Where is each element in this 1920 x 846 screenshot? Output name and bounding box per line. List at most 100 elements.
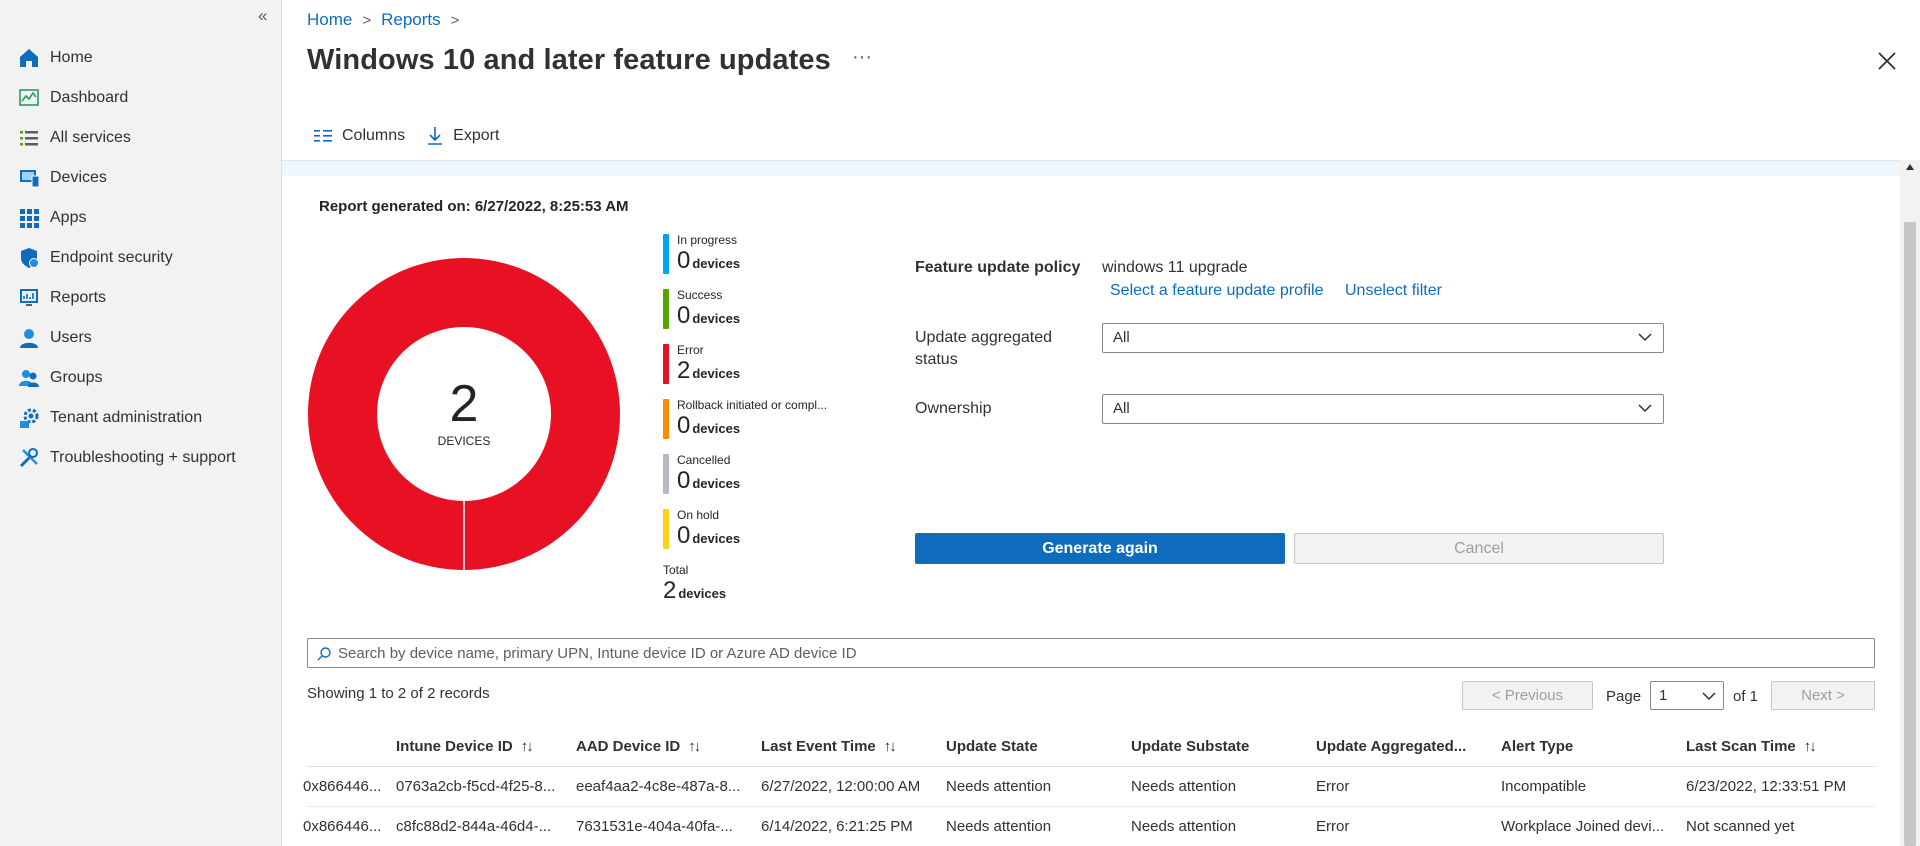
cell-alert-type: Workplace Joined devi...: [1501, 818, 1665, 835]
reports-icon: [18, 287, 40, 309]
sidebar-item-tenant-administration[interactable]: Tenant administration: [0, 398, 282, 438]
donut-center-label: DEVICES: [437, 434, 491, 448]
cell-update-substate: Needs attention: [1131, 818, 1237, 835]
column-header-last-scan-time[interactable]: Last Scan Time ↑↓: [1686, 727, 1815, 767]
select-profile-link[interactable]: Select a feature update profile: [1110, 282, 1323, 300]
column-header-update-aggregated[interactable]: Update Aggregated...: [1316, 727, 1466, 767]
sidebar-item-label: All services: [50, 129, 131, 146]
scrollbar-thumb[interactable]: [1904, 222, 1916, 846]
legend-value: 2: [663, 577, 677, 604]
chevron-down-icon: [1638, 333, 1652, 342]
ownership-dropdown[interactable]: All: [1102, 394, 1664, 424]
sidebar-item-label: Dashboard: [50, 89, 129, 106]
collapse-sidebar-button[interactable]: «: [258, 6, 267, 26]
legend-item-in-progress[interactable]: In progress 0 devices: [663, 232, 827, 287]
cell-last-event-time: 6/27/2022, 12:00:00 AM: [761, 778, 921, 795]
user-icon: [18, 327, 40, 349]
next-page-button[interactable]: Next >: [1771, 681, 1875, 710]
cell-intune-device-id: 0763a2cb-f5cd-4f25-8...: [396, 778, 556, 795]
column-header-update-substate[interactable]: Update Substate: [1131, 727, 1249, 767]
column-header-last-event-time[interactable]: Last Event Time ↑↓: [761, 727, 895, 767]
legend-item-total: Total 2 devices: [663, 562, 827, 604]
sidebar-item-endpoint-security[interactable]: Endpoint security: [0, 238, 282, 278]
header-divider: [282, 160, 1900, 176]
legend-value: 0: [677, 247, 691, 274]
table-row[interactable]: 0x866446... c8fc88d2-844a-46d4-... 76315…: [303, 807, 1875, 846]
sidebar-item-reports[interactable]: Reports: [0, 278, 282, 318]
table-row[interactable]: 0x866446... 0763a2cb-f5cd-4f25-8... eeaf…: [303, 767, 1875, 807]
generate-again-button[interactable]: Generate again: [915, 533, 1285, 564]
column-header-aad-device-id[interactable]: AAD Device ID ↑↓: [576, 727, 699, 767]
breadcrumb-reports-link[interactable]: Reports: [381, 10, 441, 30]
cell-device: 0x866446...: [303, 818, 382, 835]
page-label: Page: [1606, 688, 1642, 705]
legend-value: 0: [677, 522, 691, 549]
toolbar: Columns Export: [314, 126, 521, 146]
close-icon[interactable]: [1876, 50, 1898, 72]
legend-item-rollback[interactable]: Rollback initiated or compl... 0 devices: [663, 397, 827, 452]
sort-icon[interactable]: ↑↓: [1804, 738, 1815, 755]
page-title: Windows 10 and later feature updates: [307, 44, 831, 76]
sidebar-item-users[interactable]: Users: [0, 318, 282, 358]
previous-page-button[interactable]: < Previous: [1462, 681, 1593, 710]
legend-label: Total: [663, 563, 689, 577]
donut-total-count: 2: [449, 375, 479, 433]
table-header-row: Intune Device ID ↑↓ AAD Device ID ↑↓ Last …: [307, 727, 1875, 767]
sidebar-item-label: Home: [50, 49, 93, 66]
legend-swatch: [663, 454, 669, 494]
legend-item-success[interactable]: Success 0 devices: [663, 287, 827, 342]
sort-icon[interactable]: ↑↓: [521, 738, 532, 755]
sort-icon[interactable]: ↑↓: [884, 738, 895, 755]
cell-update-substate: Needs attention: [1131, 778, 1237, 795]
page-number-value: 1: [1659, 687, 1668, 704]
legend-label: In progress: [677, 233, 738, 247]
cell-last-scan-time: 6/23/2022, 12:33:51 PM: [1686, 778, 1847, 795]
sidebar-item-devices[interactable]: Devices: [0, 158, 282, 198]
sidebar-item-home[interactable]: Home: [0, 38, 282, 78]
cell-update-aggregated: Error: [1316, 818, 1350, 835]
ownership-dropdown-value: All: [1113, 400, 1130, 417]
cell-device: 0x866446...: [303, 778, 382, 795]
more-options-button[interactable]: ···: [852, 46, 872, 69]
legend-label: Cancelled: [677, 453, 731, 467]
scroll-up-arrow-icon[interactable]: [1906, 164, 1914, 170]
cell-update-aggregated: Error: [1316, 778, 1350, 795]
status-dropdown[interactable]: All: [1102, 323, 1664, 353]
policy-value: windows 11 upgrade: [1102, 259, 1248, 276]
column-header-intune-device-id[interactable]: Intune Device ID ↑↓: [396, 727, 532, 767]
sidebar-item-apps[interactable]: Apps: [0, 198, 282, 238]
cell-intune-device-id: c8fc88d2-844a-46d4-...: [396, 818, 552, 835]
sidebar-item-troubleshooting[interactable]: Troubleshooting + support: [0, 438, 282, 478]
breadcrumb-home-link[interactable]: Home: [307, 10, 352, 30]
sidebar-item-all-services[interactable]: All services: [0, 118, 282, 158]
legend-value: 0: [677, 302, 691, 329]
legend-item-on-hold[interactable]: On hold 0 devices: [663, 507, 827, 562]
legend-unit: devices: [692, 366, 741, 381]
sidebar-item-label: Reports: [50, 289, 107, 306]
columns-button[interactable]: Columns: [314, 127, 405, 145]
devices-icon: [18, 167, 40, 189]
legend-item-error[interactable]: Error 2 devices: [663, 342, 827, 397]
page-number-select[interactable]: 1: [1650, 681, 1724, 710]
sidebar-item-groups[interactable]: Groups: [0, 358, 282, 398]
sort-icon[interactable]: ↑↓: [688, 738, 699, 755]
sidebar-item-label: Troubleshooting + support: [50, 449, 236, 466]
vertical-scrollbar[interactable]: [1900, 160, 1920, 846]
column-header-alert-type[interactable]: Alert Type: [1501, 727, 1573, 767]
status-label-line1: Update aggregated: [915, 329, 1052, 346]
cell-aad-device-id: 7631531e-404a-40fa-...: [576, 818, 733, 835]
cancel-button[interactable]: Cancel: [1294, 533, 1664, 564]
search-icon: [317, 647, 331, 661]
legend-item-cancelled[interactable]: Cancelled 0 devices: [663, 452, 827, 507]
device-search-input[interactable]: Search by device name, primary UPN, Intu…: [307, 638, 1875, 668]
export-button[interactable]: Export: [427, 126, 499, 146]
column-header-update-state[interactable]: Update State: [946, 727, 1038, 767]
legend-value: 0: [677, 467, 691, 494]
legend-unit: devices: [692, 256, 741, 271]
home-icon: [18, 47, 40, 69]
unselect-filter-link[interactable]: Unselect filter: [1345, 282, 1442, 300]
sidebar-item-label: Devices: [50, 169, 107, 186]
sidebar-item-dashboard[interactable]: Dashboard: [0, 78, 282, 118]
cell-last-scan-time: Not scanned yet: [1686, 818, 1795, 835]
report-generated-text: Report generated on: 6/27/2022, 8:25:53 …: [319, 198, 629, 215]
